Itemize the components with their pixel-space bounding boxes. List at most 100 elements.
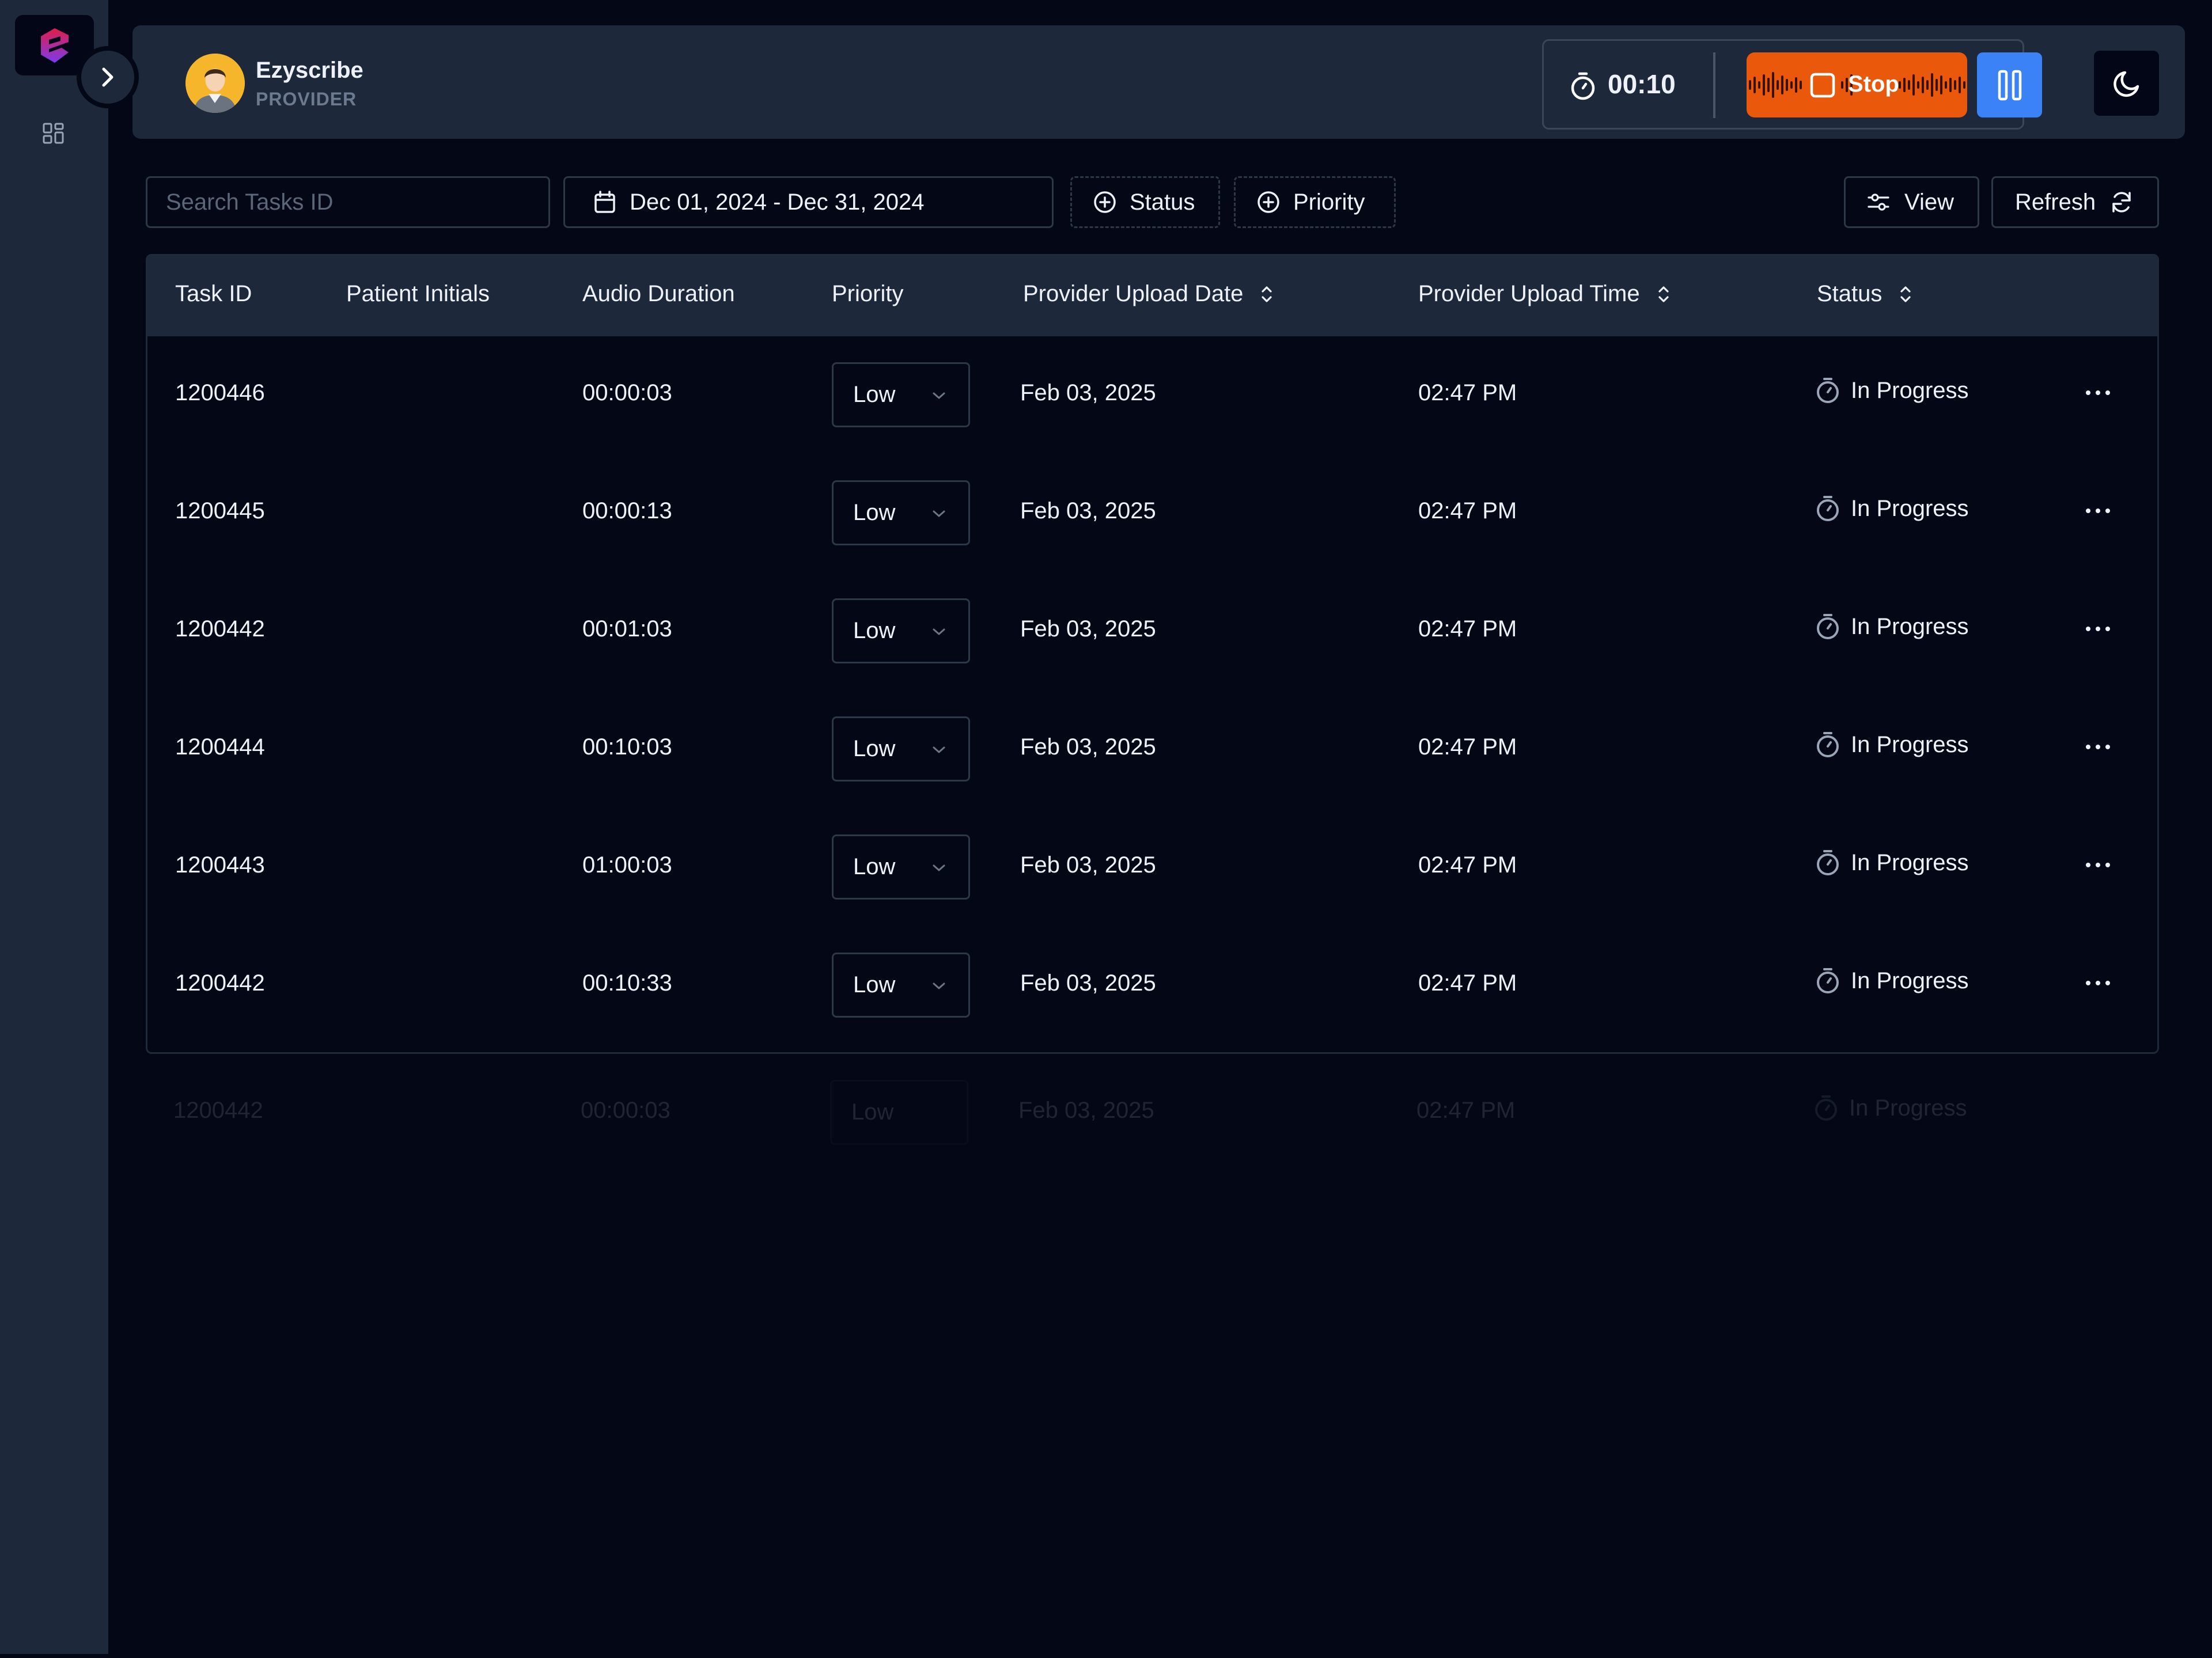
audio-duration-cell: 00:10:03 — [582, 734, 672, 760]
date-range-picker[interactable]: Dec 01, 2024 - Dec 31, 2024 — [563, 176, 1054, 228]
column-header-upload-time[interactable]: Provider Upload Time — [1418, 281, 1672, 307]
user-role: PROVIDER — [256, 89, 357, 109]
theme-toggle-button[interactable] — [2094, 51, 2159, 116]
row-actions-button[interactable] — [2076, 849, 2120, 881]
dashboard-grid-icon[interactable] — [42, 122, 65, 145]
column-header-status[interactable]: Status — [1817, 281, 1914, 307]
refresh-button[interactable]: Refresh — [1991, 176, 2159, 228]
top-header: Ezyscribe PROVIDER 00:10 Stop — [132, 25, 2185, 139]
divider — [1713, 52, 1715, 118]
stop-recording-button[interactable]: Stop — [1747, 52, 1967, 117]
column-header-audio-duration[interactable]: Audio Duration — [582, 281, 735, 307]
upload-date-cell: Feb 03, 2025 — [1020, 852, 1156, 878]
recording-panel: 00:10 Stop — [1542, 39, 2042, 130]
upload-time-cell: 02:47 PM — [1418, 380, 1517, 405]
table-row[interactable]: 1200445 00:00:13 Low Feb 03, 2025 02:47 PM In… — [147, 454, 2157, 572]
pause-recording-button[interactable] — [1977, 52, 2042, 117]
ezyscribe-logo-icon — [40, 28, 69, 63]
stopwatch-icon — [1571, 72, 1595, 100]
audio-duration-cell: 00:00:03 — [582, 380, 672, 405]
status-text: In Progress — [1849, 1095, 1967, 1121]
row-actions-button[interactable] — [2076, 731, 2120, 763]
priority-value: Low — [853, 736, 896, 761]
status-filter-button[interactable]: Status — [1070, 176, 1220, 228]
more-horizontal-icon — [2086, 863, 2110, 867]
audio-duration-cell: 00:01:03 — [582, 616, 672, 642]
priority-filter-button[interactable]: Priority — [1234, 176, 1396, 228]
priority-value: Low — [853, 854, 896, 879]
priority-select[interactable]: Low — [832, 716, 970, 781]
sort-icon[interactable] — [1258, 284, 1275, 304]
upload-date-cell: Feb 03, 2025 — [1020, 970, 1156, 996]
task-id-cell: 1200445 — [175, 498, 265, 523]
table-row[interactable]: 1200443 01:00:03 Low Feb 03, 2025 02:47 PM In… — [147, 809, 2157, 927]
row-actions-button[interactable] — [2076, 967, 2120, 999]
column-header-label: Patient Initials — [346, 281, 490, 306]
tasks-table: Task ID Patient Initials Audio Duration … — [146, 254, 2159, 1054]
task-id-cell: 1200446 — [175, 380, 265, 405]
chevron-down-icon — [933, 628, 945, 635]
column-header-task-id[interactable]: Task ID — [175, 281, 252, 307]
task-id-cell: 1200442 — [173, 1098, 263, 1123]
status-text: In Progress — [1851, 968, 1969, 993]
more-horizontal-icon — [2086, 509, 2110, 513]
priority-value: Low — [853, 382, 896, 407]
upload-time-cell: 02:47 PM — [1418, 970, 1517, 996]
priority-select[interactable]: Low — [832, 953, 970, 1018]
column-header-label: Status — [1817, 281, 1883, 306]
status-cell: In Progress — [1814, 849, 1969, 877]
status-cell: In Progress — [1814, 731, 1969, 758]
stopwatch-icon — [1815, 1095, 1837, 1121]
stopwatch-icon — [1817, 850, 1839, 875]
priority-select[interactable]: Low — [832, 834, 970, 900]
pause-icon — [1998, 70, 2021, 100]
priority-select[interactable]: Low — [832, 480, 970, 545]
view-options-button[interactable]: View — [1844, 176, 1979, 228]
stop-square-icon — [1810, 73, 1835, 98]
view-button-label: View — [1904, 189, 1954, 215]
audio-duration-cell: 00:10:33 — [582, 970, 672, 996]
audio-duration-cell: 00:00:13 — [582, 498, 672, 523]
more-horizontal-icon — [2086, 390, 2110, 395]
column-header-label: Audio Duration — [582, 281, 735, 306]
priority-select[interactable]: Low — [832, 362, 970, 427]
table-row[interactable]: 1200442 00:01:03 Low Feb 03, 2025 02:47 PM In… — [147, 572, 2157, 690]
avatar[interactable] — [185, 54, 245, 113]
chevron-down-icon — [933, 392, 945, 399]
chevron-down-icon — [933, 746, 945, 753]
plus-circle-icon — [1257, 191, 1279, 213]
sort-icon[interactable] — [1897, 284, 1914, 304]
more-horizontal-icon — [2086, 745, 2110, 749]
sort-icon[interactable] — [1655, 284, 1672, 304]
stopwatch-icon — [1817, 732, 1839, 757]
search-tasks-input[interactable] — [146, 176, 550, 228]
column-header-priority[interactable]: Priority — [832, 281, 903, 307]
column-header-label: Provider Upload Date — [1023, 281, 1244, 306]
table-row[interactable]: 1200446 00:00:03 Low Feb 03, 2025 02:47 PM In… — [147, 336, 2157, 454]
upload-date-cell: Feb 03, 2025 — [1020, 616, 1156, 642]
upload-time-cell: 02:47 PM — [1418, 498, 1517, 523]
task-id-cell: 1200442 — [175, 616, 265, 642]
priority-value: Low — [851, 1099, 894, 1125]
priority-value: Low — [853, 500, 896, 525]
row-actions-button[interactable] — [2076, 495, 2120, 527]
status-cell: In Progress — [1814, 613, 1969, 640]
task-id-cell: 1200443 — [175, 852, 265, 878]
upload-time-cell: 02:47 PM — [1416, 1098, 1516, 1123]
table-row[interactable]: 1200444 00:10:03 Low Feb 03, 2025 02:47 PM In… — [147, 690, 2157, 809]
chevron-down-icon — [933, 510, 945, 517]
row-actions-button[interactable] — [2076, 613, 2120, 645]
sliders-icon — [1868, 194, 1889, 211]
column-header-label: Task ID — [175, 281, 252, 306]
row-actions-button[interactable] — [2076, 377, 2120, 409]
status-text: In Progress — [1851, 495, 1969, 521]
priority-value: Low — [853, 972, 896, 997]
sidebar-expand-button[interactable] — [77, 46, 139, 108]
status-text: In Progress — [1851, 377, 1969, 403]
priority-select[interactable]: Low — [832, 598, 970, 663]
column-header-patient-initials[interactable]: Patient Initials — [346, 281, 490, 307]
table-row[interactable]: 1200442 00:10:33 Low Feb 03, 2025 02:47 PM In… — [147, 927, 2157, 1045]
upload-date-cell: Feb 03, 2025 — [1020, 380, 1156, 405]
upload-date-cell: Feb 03, 2025 — [1018, 1098, 1154, 1123]
column-header-upload-date[interactable]: Provider Upload Date — [1023, 281, 1275, 307]
